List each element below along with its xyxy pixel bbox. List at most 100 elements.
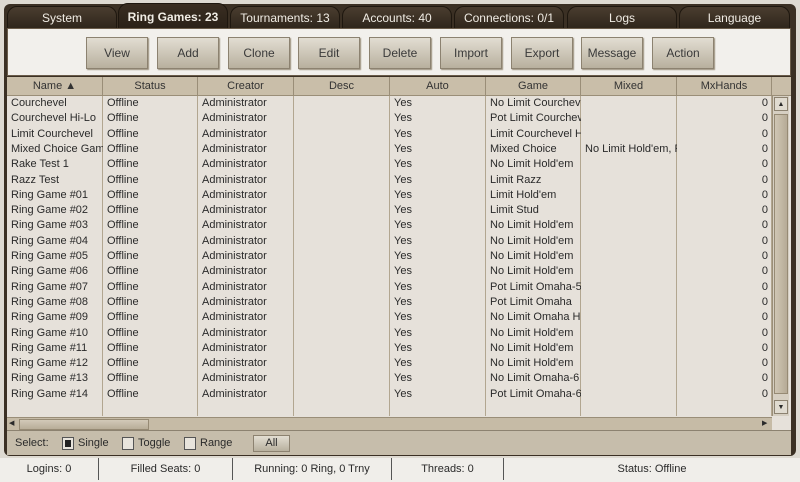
column-header-mixed[interactable]: Mixed [581,77,677,96]
table-row[interactable]: Ring Game #14OfflineAdministratorYesPot … [7,387,772,402]
table-row[interactable]: Courchevel Hi-LoOfflineAdministratorYesP… [7,111,772,126]
table-row[interactable]: Ring Game #07OfflineAdministratorYesPot … [7,280,772,295]
cell-status: Offline [103,234,198,249]
scroll-down-icon[interactable]: ▼ [774,400,788,414]
cell-status: Offline [103,280,198,295]
cell-mxhands: 0 [677,218,768,233]
edit-button[interactable]: Edit [298,37,360,69]
cell-game: Mixed Choice [486,142,581,157]
add-button[interactable]: Add [157,37,219,69]
scroll-up-icon[interactable]: ▲ [774,97,788,111]
tab-language[interactable]: Language [679,6,790,30]
tab-ring-games[interactable]: Ring Games: 23 [118,3,228,30]
cell-mxhands: 0 [677,111,768,126]
column-header-creator[interactable]: Creator [198,77,294,96]
selection-bar: Select: Single Toggle Range All [7,430,791,455]
column-header-status[interactable]: Status [103,77,198,96]
toggle-checkbox[interactable] [122,437,134,450]
import-button[interactable]: Import [440,37,502,69]
cell-game: No Limit Omaha Hi-Lo [486,310,581,325]
column-header-name[interactable]: Name ▲ [7,77,103,96]
table-row[interactable]: Ring Game #01OfflineAdministratorYesLimi… [7,188,772,203]
cell-auto: Yes [390,173,486,188]
tab-accounts[interactable]: Accounts: 40 [342,6,452,30]
cell-auto: Yes [390,234,486,249]
table-row[interactable]: Ring Game #09OfflineAdministratorYesNo L… [7,310,772,325]
range-checkbox[interactable] [184,437,196,450]
cell-name: Ring Game #12 [7,356,103,371]
table-row[interactable]: Ring Game #08OfflineAdministratorYesPot … [7,295,772,310]
cell-auto: Yes [390,157,486,172]
cell-status: Offline [103,371,198,386]
table-row[interactable]: Ring Game #06OfflineAdministratorYesNo L… [7,264,772,279]
table-row[interactable]: Ring Game #10OfflineAdministratorYesNo L… [7,326,772,341]
action-button[interactable]: Action [652,37,714,69]
table-row[interactable]: Ring Game #04OfflineAdministratorYesNo L… [7,234,772,249]
cell-auto: Yes [390,371,486,386]
table-row[interactable]: Limit CourchevelOfflineAdministratorYesL… [7,127,772,142]
status-status: Status: Offline [504,458,800,480]
cell-status: Offline [103,295,198,310]
cell-name: Ring Game #05 [7,249,103,264]
cell-creator: Administrator [198,371,294,386]
cell-name: Ring Game #08 [7,295,103,310]
cell-status: Offline [103,387,198,402]
table-row[interactable]: Ring Game #13OfflineAdministratorYesNo L… [7,371,772,386]
column-header-auto[interactable]: Auto [390,77,486,96]
single-checkbox[interactable] [62,437,74,450]
cell-game: No Limit Hold'em [486,326,581,341]
table-row[interactable]: Razz TestOfflineAdministratorYesLimit Ra… [7,173,772,188]
status-logins: Logins: 0 [0,458,99,480]
view-button[interactable]: View [86,37,148,69]
horizontal-scroll-thumb[interactable] [19,419,149,430]
message-button[interactable]: Message [581,37,643,69]
cell-mxhands: 0 [677,203,768,218]
cell-auto: Yes [390,218,486,233]
clone-button[interactable]: Clone [228,37,290,69]
table-row[interactable]: Ring Game #11OfflineAdministratorYesNo L… [7,341,772,356]
cell-name: Ring Game #10 [7,326,103,341]
cell-name: Mixed Choice Game [7,142,103,157]
toolbar: View Add CloneEdit Delete Import ExportMessag… [7,28,791,76]
column-header-spacer [772,77,791,96]
ring-games-table: Name ▲StatusCreatorDescAutoGameMixedMxHa… [7,77,791,430]
scroll-left-icon[interactable]: ◀ [9,419,14,427]
cell-creator: Administrator [198,203,294,218]
column-header-mxhands[interactable]: MxHands [677,77,772,96]
vertical-scroll-thumb[interactable] [774,114,788,394]
cell-status: Offline [103,218,198,233]
tab-tournaments[interactable]: Tournaments: 13 [230,6,340,30]
select-all-button[interactable]: All [253,435,290,452]
cell-mxhands: 0 [677,96,768,111]
horizontal-scrollbar[interactable]: ◀ ▶ [7,417,772,430]
cell-auto: Yes [390,142,486,157]
table-row[interactable]: Mixed Choice GameOfflineAdministratorYes… [7,142,772,157]
cell-creator: Administrator [198,173,294,188]
cell-auto: Yes [390,387,486,402]
column-header-game[interactable]: Game [486,77,581,96]
cell-auto: Yes [390,280,486,295]
table-row[interactable]: CourchevelOfflineAdministratorYesNo Limi… [7,96,772,111]
column-header-desc[interactable]: Desc [294,77,390,96]
table-row[interactable]: Rake Test 1OfflineAdministratorYesNo Lim… [7,157,772,172]
tab-logs[interactable]: Logs [567,6,677,30]
table-row[interactable]: Ring Game #02OfflineAdministratorYesLimi… [7,203,772,218]
tab-connections[interactable]: Connections: 0/1 [454,6,564,30]
cell-mxhands: 0 [677,356,768,371]
cell-status: Offline [103,157,198,172]
cell-creator: Administrator [198,356,294,371]
cell-creator: Administrator [198,249,294,264]
table-row[interactable]: Ring Game #03OfflineAdministratorYesNo L… [7,218,772,233]
export-button[interactable]: Export [511,37,573,69]
tab-system[interactable]: System [7,6,117,30]
delete-button[interactable]: Delete [369,37,431,69]
vertical-scrollbar[interactable]: ▲ ▼ [772,96,789,416]
cell-creator: Administrator [198,295,294,310]
table-row[interactable]: Ring Game #12OfflineAdministratorYesNo L… [7,356,772,371]
cell-mxhands: 0 [677,157,768,172]
cell-auto: Yes [390,96,486,111]
cell-status: Offline [103,356,198,371]
cell-game: No Limit Hold'em [486,234,581,249]
scroll-right-icon[interactable]: ▶ [762,419,767,427]
table-row[interactable]: Ring Game #05OfflineAdministratorYesNo L… [7,249,772,264]
